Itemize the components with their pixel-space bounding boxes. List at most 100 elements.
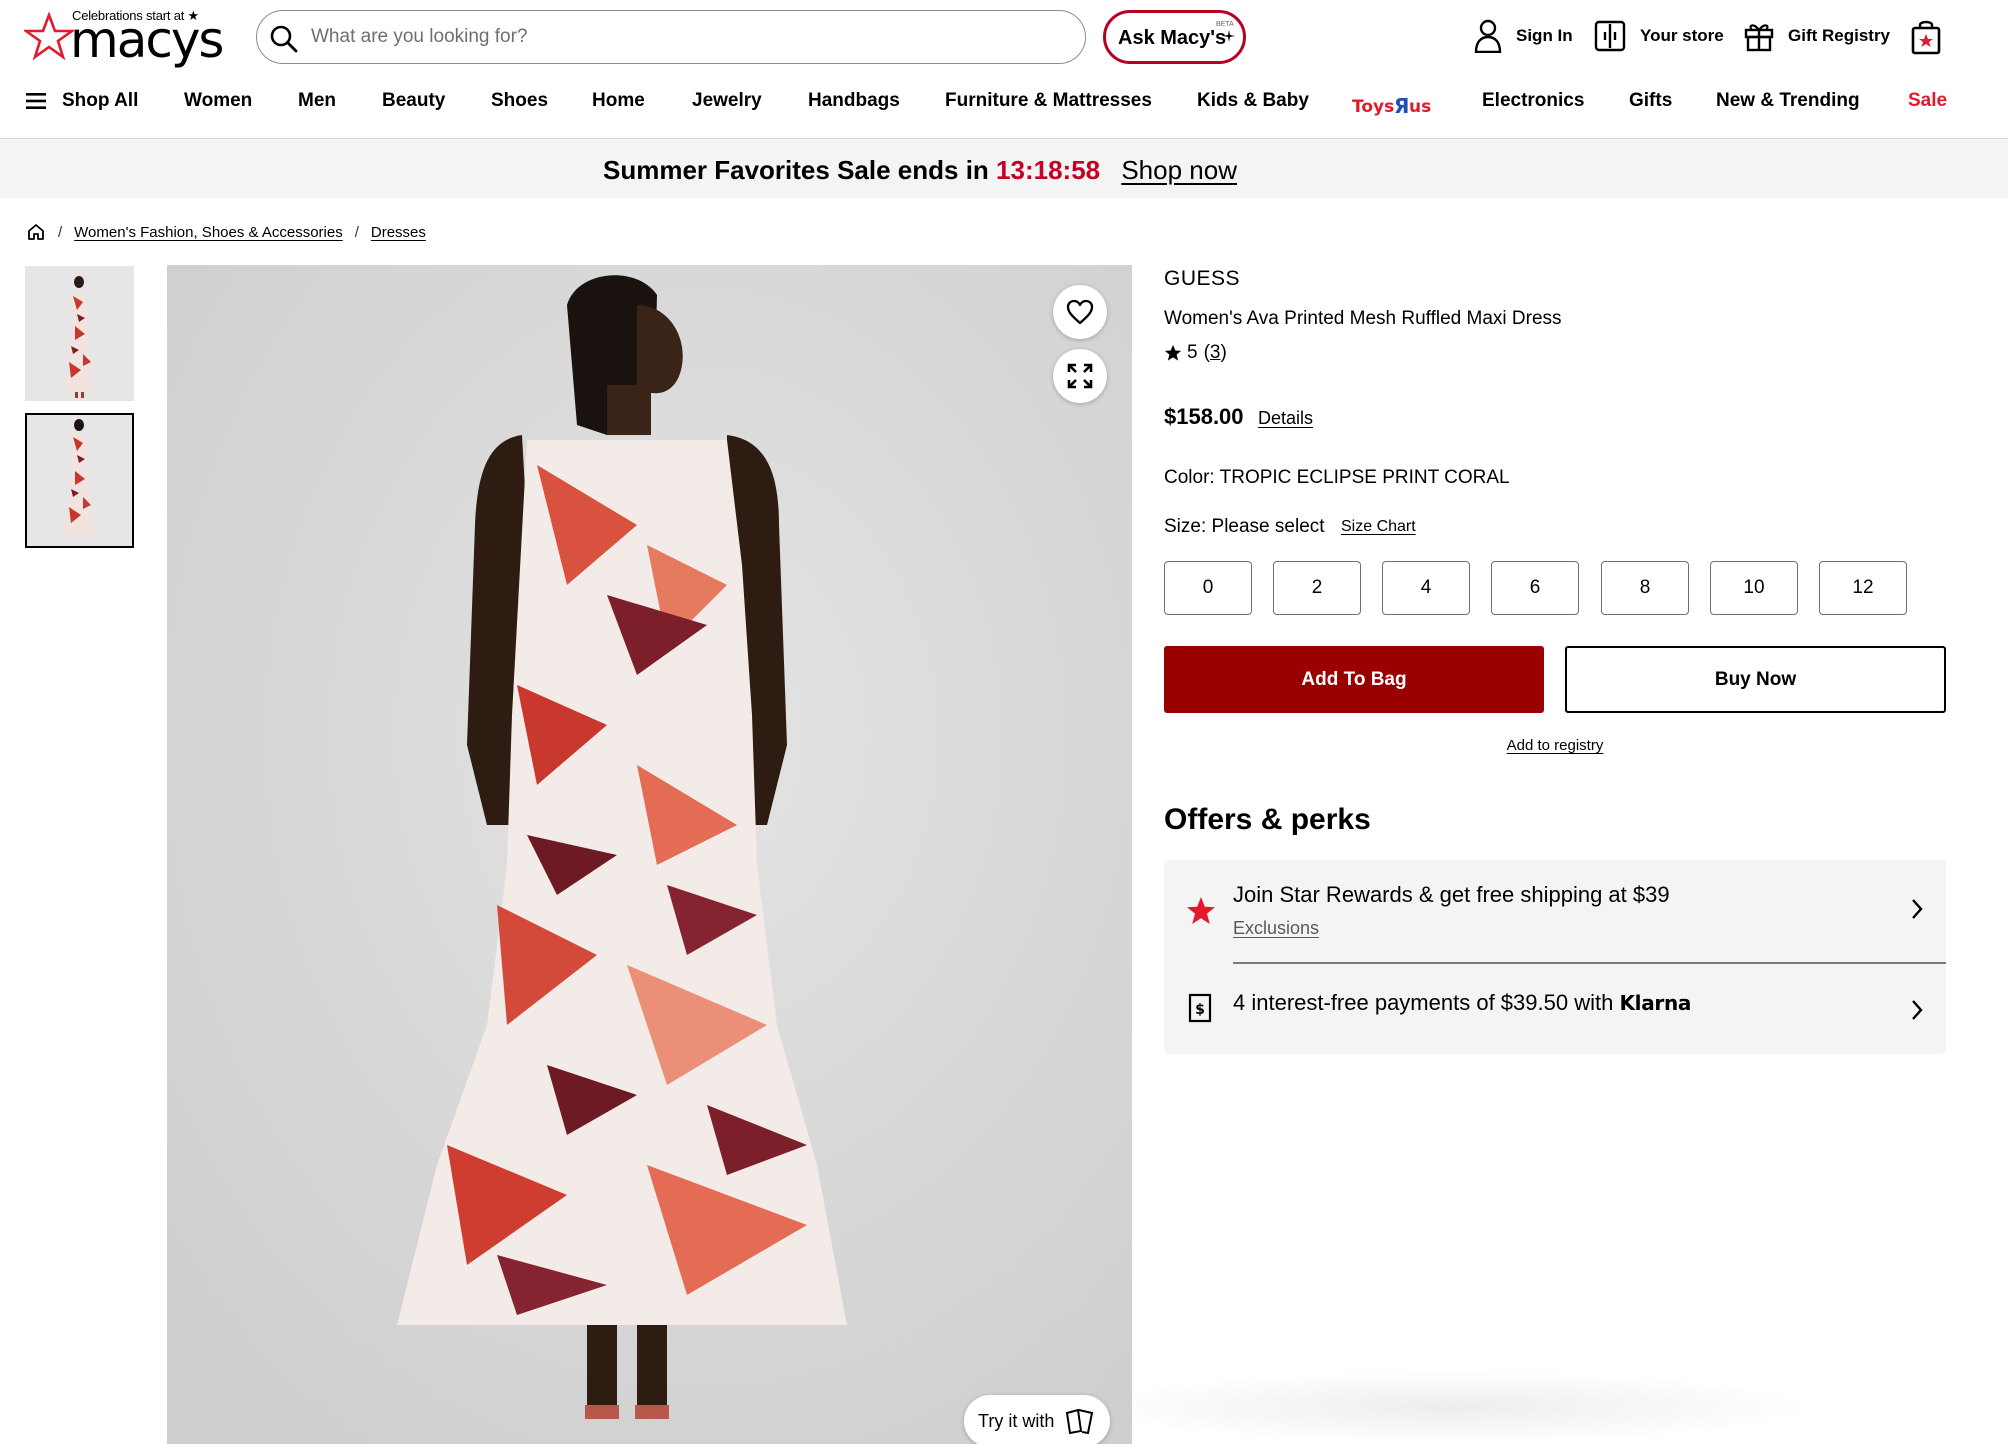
klarna-offer[interactable]: 4 interest-free payments of $39.50 with … [1233,990,1691,1016]
product-brand[interactable]: GUESS [1164,267,1240,291]
main-nav: Shop All Women Men Beauty Shoes Home Jew… [0,84,2008,124]
breadcrumb-separator: / [58,223,63,241]
svg-text:Я: Я [1394,94,1409,117]
breadcrumb-womens[interactable]: Women's Fashion, Shoes & Accessories [74,224,343,241]
macys-logo[interactable]: Celebrations start at ★ macys [24,8,224,66]
offers-panel: Join Star Rewards & get free shipping at… [1164,860,1946,1054]
breadcrumb-separator: / [354,223,359,241]
size-chart-link[interactable]: Size Chart [1341,518,1416,536]
nav-jewelry[interactable]: Jewelry [692,90,762,112]
klarna-offer-text: 4 interest-free payments of $39.50 with [1233,990,1614,1015]
nav-shoes[interactable]: Shoes [491,90,548,112]
payment-receipt-icon: $ [1188,993,1212,1023]
shop-all-menu[interactable]: Shop All [26,90,138,112]
offers-heading: Offers & perks [1164,803,1371,836]
color-value: TROPIC ECLIPSE PRINT CORAL [1219,467,1510,488]
toysrus-logo-icon: Toys Я us [1352,94,1431,118]
klarna-logo: Klarna [1619,991,1692,1015]
nav-electronics[interactable]: Electronics [1482,90,1584,112]
add-to-registry-label[interactable]: Add to registry [1507,737,1604,754]
svg-text:Toys: Toys [1352,97,1394,117]
promo-timer: 13:18:58 [996,155,1101,185]
svg-text:$: $ [1195,1002,1205,1018]
nav-sale[interactable]: Sale [1908,90,1947,112]
size-option-4[interactable]: 4 [1382,561,1470,615]
sign-in-label: Sign In [1516,26,1573,45]
gift-registry-label: Gift Registry [1788,26,1891,45]
shopping-bag-icon[interactable] [1911,19,1941,55]
nav-furniture[interactable]: Furniture & Mattresses [945,90,1152,112]
thumbnail-back-selected[interactable] [25,413,134,548]
color-selection: Color: TROPIC ECLIPSE PRINT CORAL [1164,467,1510,489]
site-header: Celebrations start at ★ macys Ask Macy's… [0,0,2008,72]
chevron-right-icon[interactable] [1910,898,1924,920]
size-option-6[interactable]: 6 [1491,561,1579,615]
nav-gifts[interactable]: Gifts [1629,90,1672,112]
size-option-12[interactable]: 12 [1819,561,1907,615]
shop-all-label: Shop All [62,90,139,111]
nav-men[interactable]: Men [298,90,336,112]
review-count-close: ) [1220,342,1227,363]
gift-registry-link[interactable]: Gift Registry [1744,18,1890,54]
color-label: Color: [1164,467,1215,488]
add-to-bag-button[interactable]: Add To Bag [1164,646,1544,713]
nav-handbags[interactable]: Handbags [808,90,900,112]
ask-macys-button[interactable]: Ask Macy's BETA [1103,10,1246,64]
search-input[interactable] [311,21,1011,53]
promo-banner: Summer Favorites Sale ends in 13:18:58 S… [0,139,2008,198]
size-option-8[interactable]: 8 [1601,561,1689,615]
model-in-dress-image [167,265,1132,1444]
promo-shop-now-link[interactable]: Shop now [1121,155,1237,185]
size-option-0[interactable]: 0 [1164,561,1252,615]
size-value: Please select [1211,516,1325,537]
chevron-right-icon[interactable] [1910,999,1924,1021]
star-rewards-icon [1187,897,1215,924]
size-label: Size: [1164,516,1207,537]
sign-in-link[interactable]: Sign In [1474,18,1573,54]
buy-now-button[interactable]: Buy Now [1565,646,1946,713]
nav-new-trending[interactable]: New & Trending [1716,90,1860,112]
size-option-10[interactable]: 10 [1710,561,1798,615]
nav-women[interactable]: Women [184,90,252,112]
your-store-link[interactable]: Your store [1594,18,1724,54]
store-icon [1594,20,1626,52]
home-icon[interactable] [26,222,46,242]
dress-front-thumbnail-image [25,266,134,401]
fullscreen-button[interactable] [1053,349,1107,403]
product-main-image[interactable]: Try it with [167,265,1132,1444]
nav-beauty[interactable]: Beauty [382,90,445,112]
bottom-shadow [1080,1370,1820,1444]
star-rating-icon [1164,344,1182,361]
promo-text: Summer Favorites Sale ends in [602,155,989,185]
search-bar[interactable] [256,10,1086,64]
breadcrumb-dresses[interactable]: Dresses [371,224,426,241]
sparkle-icon [1223,30,1235,42]
star-rewards-offer[interactable]: Join Star Rewards & get free shipping at… [1233,882,1670,908]
product-rating[interactable]: 5 (3) [1164,342,1227,364]
user-icon [1474,19,1502,53]
size-selection: Size: Please select [1164,516,1325,538]
add-to-registry-link: Add to registry [1164,737,1946,754]
macys-star-icon [24,12,74,60]
nav-toysrus-logo[interactable]: Toys Я us [1352,93,1438,123]
product-price: $158.00 [1164,404,1244,429]
breadcrumb: / Women's Fashion, Shoes & Accessories /… [26,220,426,244]
svg-text:us: us [1409,97,1431,117]
search-icon [270,25,298,53]
thumbnail-front[interactable] [25,266,134,401]
price-details-link[interactable]: Details [1258,408,1313,429]
dress-back-thumbnail-image [27,415,132,546]
favorite-button[interactable] [1053,285,1107,339]
ask-macys-label: Ask Macy's [1118,27,1227,49]
nav-kids-baby[interactable]: Kids & Baby [1197,90,1309,112]
nav-home[interactable]: Home [592,90,645,112]
beta-badge: BETA [1216,21,1234,28]
size-option-2[interactable]: 2 [1273,561,1361,615]
promo-text-line: Summer Favorites Sale ends in 13:18:58 S… [0,155,1840,186]
heart-icon [1066,299,1094,325]
hamburger-icon [26,93,46,109]
offer-divider [1233,962,1946,964]
review-count-link[interactable]: 3 [1210,342,1221,364]
your-store-label: Your store [1640,26,1724,45]
exclusions-link[interactable]: Exclusions [1233,918,1319,939]
